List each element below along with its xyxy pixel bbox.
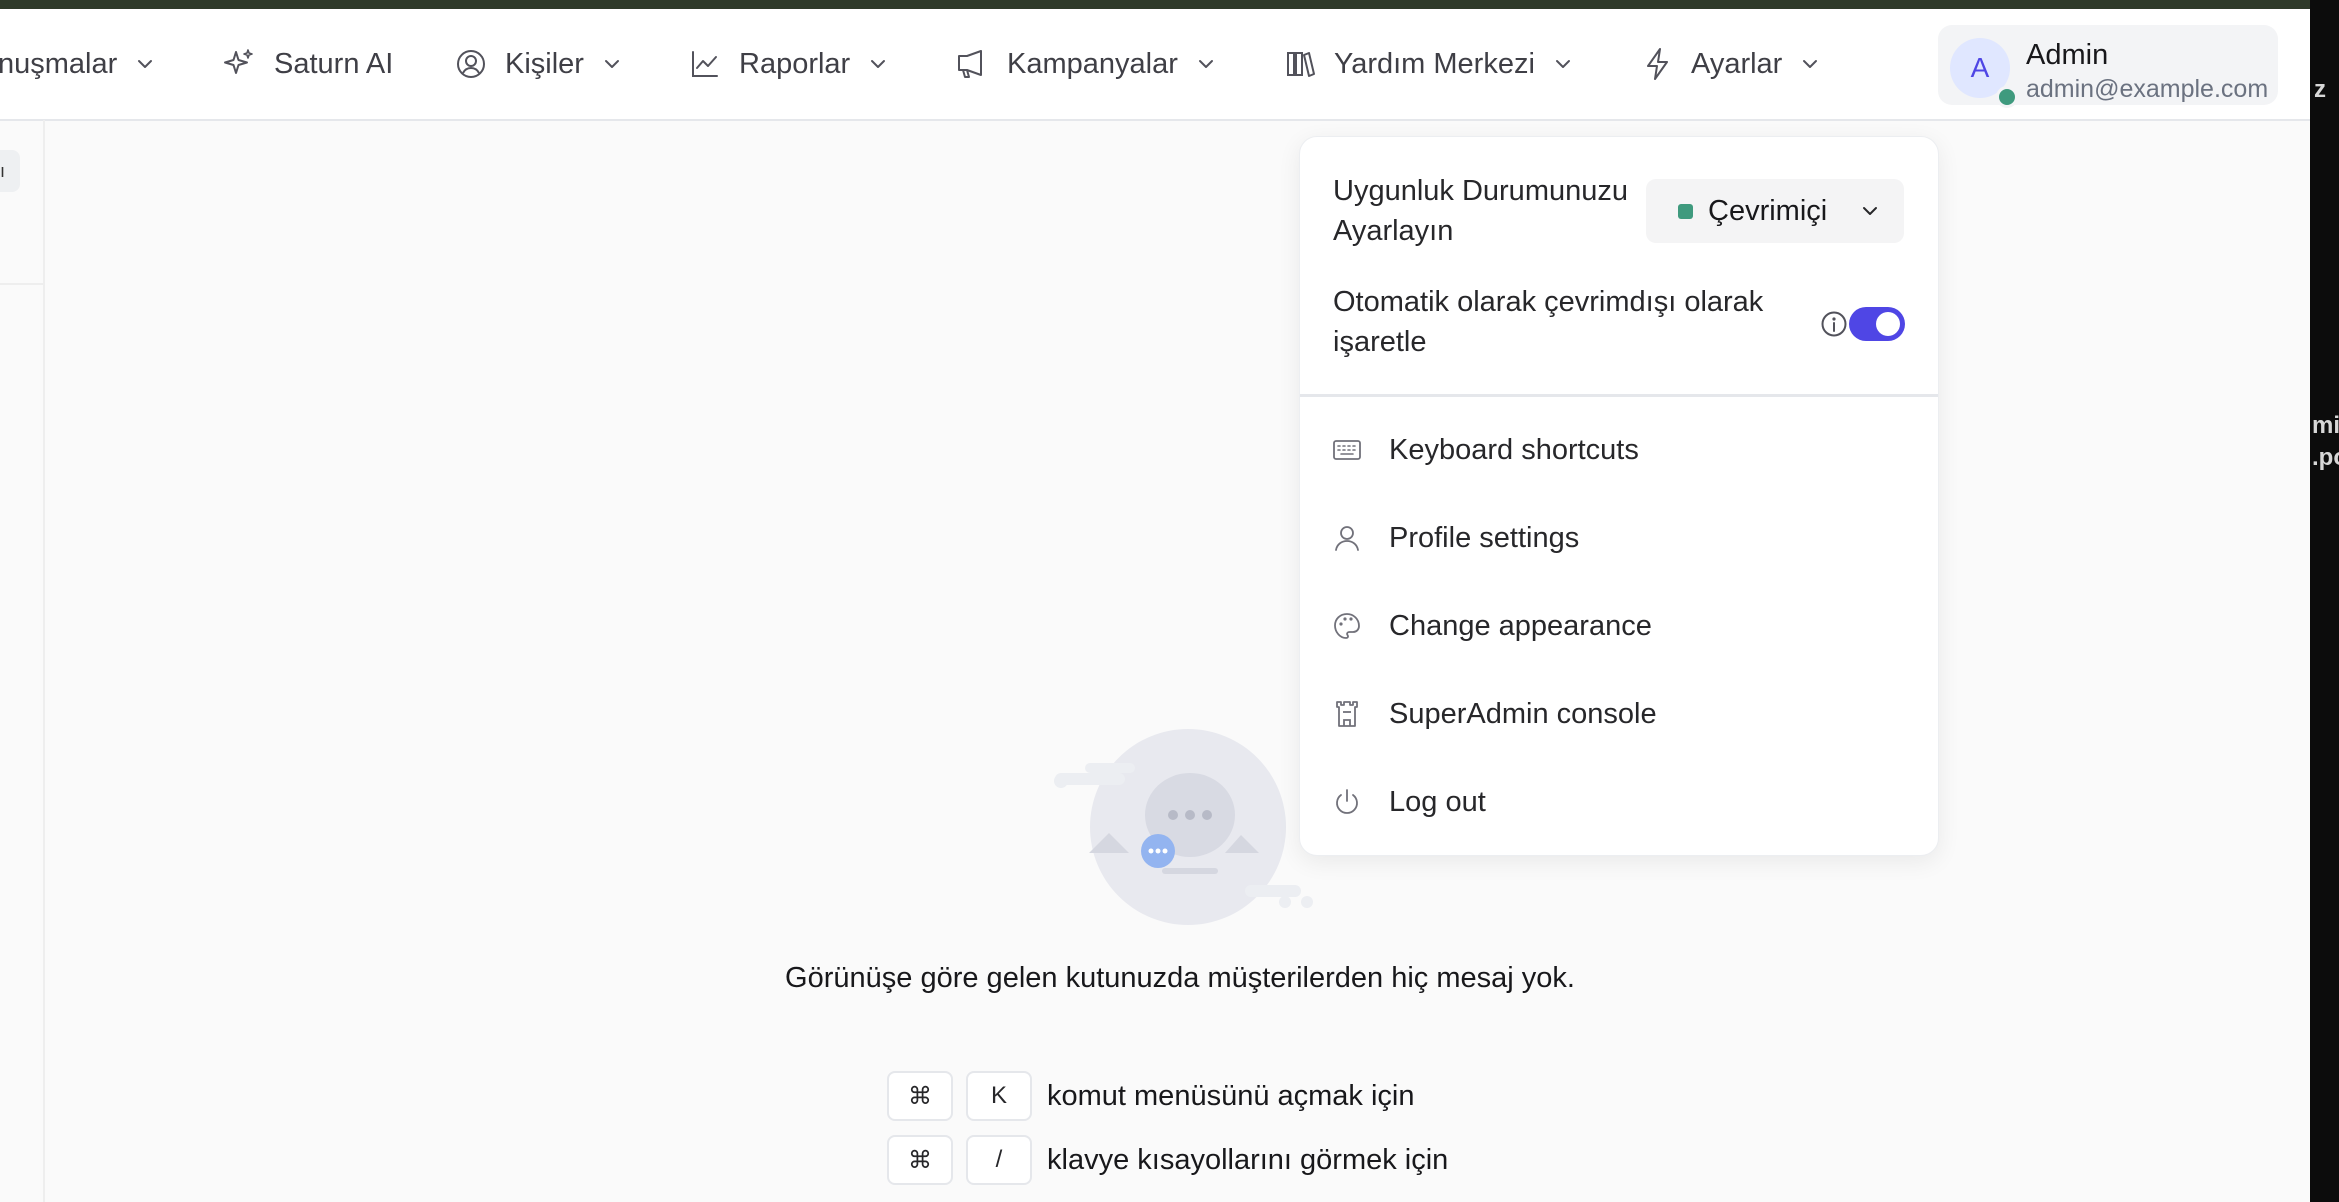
menu-item-label: Change appearance [1389,609,1652,642]
adjacent-window-edge: z mi .po [2310,0,2339,1202]
chevron-down-icon [1196,54,1216,74]
auto-offline-toggle[interactable] [1849,307,1905,341]
chevron-down-icon [135,54,155,74]
chevron-down-icon [1860,201,1880,221]
nav-item-reports[interactable]: Raporlar [689,9,888,119]
menu-item-label: Log out [1389,785,1486,818]
shortcut-hint-command-menu: ⌘ K komut menüsünü açmak için [887,1070,1415,1122]
availability-label: Uygunluk Durumunuzu Ayarlayın [1333,175,1628,247]
user-name: Admin [2026,39,2109,71]
palette-icon [1332,611,1362,641]
user-email: admin@example.com [2026,75,2269,103]
menu-item-profile-settings[interactable]: Profile settings [1300,508,1938,568]
nav-item-label: Raporlar [739,47,851,80]
chevron-down-icon [868,54,888,74]
nav-item-label: Ayarlar [1691,47,1783,80]
chevron-down-icon [1800,54,1820,74]
auto-offline-label: Otomatik olarak çevrimdışı olarak işaret… [1333,286,1764,358]
empty-inbox-message: Görünüşe göre gelen kutunuzda müşteriler… [785,962,1575,994]
user-menu-trigger[interactable]: A Admin admin@example.com [1938,25,2278,108]
menu-item-keyboard-shortcuts[interactable]: Keyboard shortcuts [1300,420,1938,480]
shortcut-description: klavye kısayollarını görmek için [1047,1143,1449,1176]
info-icon[interactable] [1820,310,1848,338]
menu-item-superadmin-console[interactable]: SuperAdmin console [1300,684,1938,744]
sidebar-chip-text: ı [0,160,6,181]
keycap-cmd: ⌘ [887,1135,953,1185]
nav-item-label: Kişiler [505,47,584,80]
menu-item-log-out[interactable]: Log out [1300,772,1938,832]
menu-item-change-appearance[interactable]: Change appearance [1300,596,1938,656]
online-status-indicator [1678,203,1693,219]
nav-item-label: nuşmalar [0,47,118,80]
shortcut-hint-keyboard-shortcuts: ⌘ / klavye kısayollarını görmek için [887,1134,1448,1186]
user-circle-icon [455,48,487,80]
menu-item-label: SuperAdmin console [1389,697,1657,730]
sparkle-icon [222,47,256,81]
library-icon [1284,48,1316,80]
chart-line-icon [689,48,721,80]
keycap-k: K [966,1071,1032,1121]
keyboard-icon [1332,437,1362,463]
user-icon [1332,523,1362,553]
sidebar-separator [0,283,44,285]
nav-item-saturn-ai[interactable]: Saturn AI [222,9,393,119]
castle-icon [1332,699,1362,729]
sidebar-chip[interactable]: ı [0,150,20,192]
menu-item-label: Profile settings [1389,521,1580,554]
chevron-down-icon [602,54,622,74]
top-navigation: nuşmalar Saturn AI Kişiler Raporlar Kamp… [0,9,2310,121]
chevron-down-icon [1553,54,1573,74]
power-icon [1332,787,1362,817]
bolt-icon [1643,47,1673,81]
online-status-dot [1996,86,2018,108]
toggle-knob [1876,312,1900,336]
edge-fragment: mi [2312,412,2339,439]
empty-inbox-illustration [1045,725,1315,930]
nav-item-help-center[interactable]: Yardım Merkezi [1284,9,1573,119]
availability-status-value: Çevrimiçi [1708,194,1828,227]
nav-item-contacts[interactable]: Kişiler [455,9,622,119]
menu-item-label: Keyboard shortcuts [1389,433,1639,466]
nav-item-label: Yardım Merkezi [1334,47,1535,80]
keycap-slash: / [966,1135,1032,1185]
dropdown-separator [1300,394,1938,397]
nav-item-campaigns[interactable]: Kampanyalar [955,9,1216,119]
megaphone-icon [955,48,989,80]
nav-item-conversations[interactable]: nuşmalar [0,9,155,119]
nav-item-label: Kampanyalar [1007,47,1178,80]
nav-item-settings[interactable]: Ayarlar [1643,9,1820,119]
edge-fragment: z [2314,76,2326,103]
availability-status-select[interactable]: Çevrimiçi [1646,179,1904,243]
nav-item-label: Saturn AI [274,47,394,80]
window-top-strip [0,0,2339,9]
user-dropdown-menu: Uygunluk Durumunuzu Ayarlayın Çevrimiçi … [1299,136,1939,856]
keycap-cmd: ⌘ [887,1071,953,1121]
shortcut-description: komut menüsünü açmak için [1047,1079,1415,1112]
edge-fragment: .po [2312,444,2339,471]
